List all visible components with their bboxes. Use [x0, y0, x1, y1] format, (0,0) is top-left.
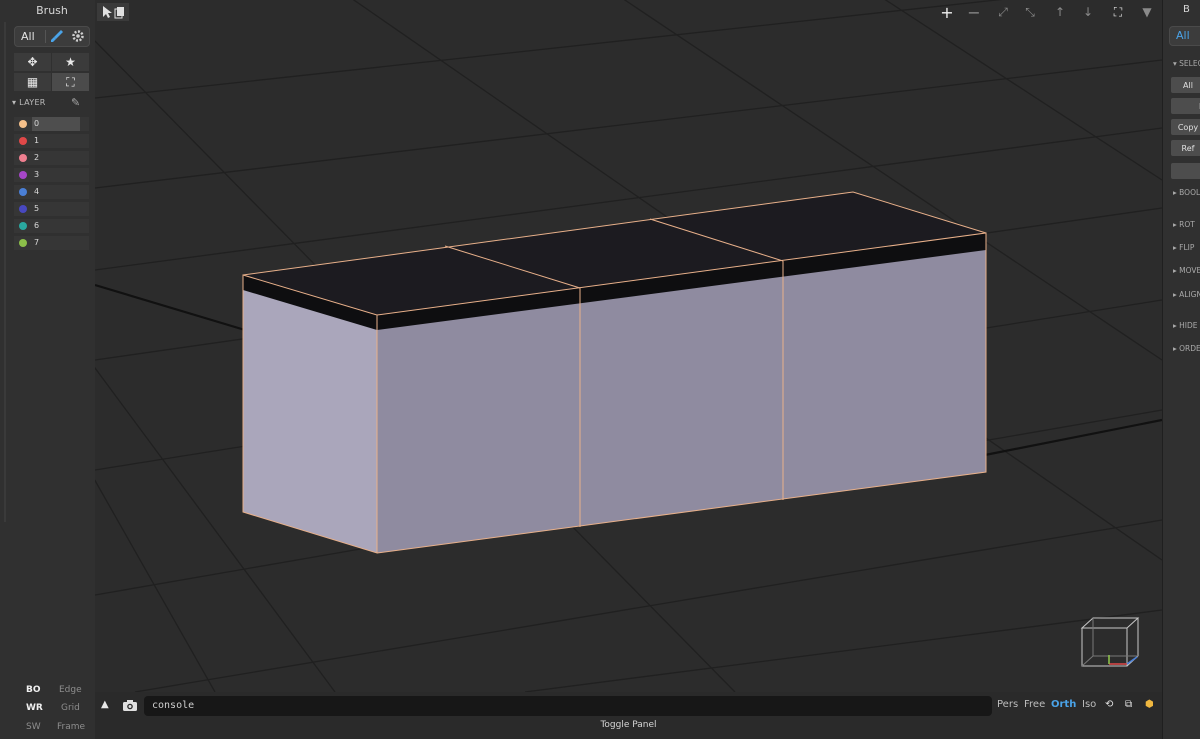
move-section[interactable]: ▸ MOVE — [1173, 266, 1200, 275]
layer-row[interactable]: 7 — [14, 236, 89, 250]
console-input[interactable]: console — [144, 696, 992, 716]
align-label: ALIGN — [1179, 290, 1200, 299]
ref-button[interactable]: Ref — [1171, 140, 1200, 156]
brush-filter-row: All — [14, 26, 90, 47]
layer-row[interactable]: 3 — [14, 168, 89, 182]
layer-row[interactable]: 4 — [14, 185, 89, 199]
panel-toggle-triangle-icon[interactable]: ▲ — [101, 699, 109, 710]
layer-header-label: LAYER — [19, 98, 46, 107]
cursor-icon — [103, 6, 112, 18]
layer-name: 2 — [34, 153, 40, 162]
layer-name: 3 — [34, 170, 40, 179]
bool-section[interactable]: ▸ BOOL — [1173, 188, 1200, 197]
view-orth[interactable]: Orth — [1051, 699, 1076, 710]
layer-name: 6 — [34, 221, 40, 230]
plus-icon[interactable]: + — [937, 3, 957, 22]
layer-color-dot — [19, 205, 27, 213]
paintbrush-icon[interactable] — [48, 28, 66, 44]
select-none-button[interactable]: N — [1171, 98, 1200, 114]
toggle-edge[interactable]: Edge — [59, 685, 82, 695]
box-icon[interactable]: ⬢ — [1145, 699, 1154, 710]
filter-all-button[interactable]: All — [21, 30, 35, 43]
toggle-frame[interactable]: Frame — [57, 722, 85, 732]
layer-row[interactable]: 0 — [14, 117, 89, 131]
select-header-label: SELECT — [1179, 59, 1200, 68]
pencil-icon[interactable]: ✎ — [71, 96, 80, 109]
left-panel-scrollbar[interactable] — [4, 22, 6, 522]
brush-panel-title: Brush — [36, 4, 68, 17]
right-panel: B All ▾ SELECT All N Copy Ref P ▸ BOOL ▸… — [1162, 0, 1200, 739]
right-panel-title: B — [1183, 4, 1190, 15]
align-section[interactable]: ▸ ALIGN — [1173, 290, 1200, 299]
display-toggles: BO Edge WR Grid SW Frame — [14, 682, 88, 737]
gear-icon[interactable] — [69, 28, 87, 44]
move-label: MOVE — [1179, 266, 1200, 275]
layer-color-dot — [19, 239, 27, 247]
toggle-grid[interactable]: Grid — [61, 703, 80, 713]
view-iso[interactable]: Iso — [1082, 699, 1096, 710]
bool-label: BOOL — [1179, 188, 1200, 197]
collapse-icon[interactable]: ⤡ — [1020, 3, 1040, 21]
layer-color-dot — [19, 137, 27, 145]
fullscreen-icon[interactable]: ⛶ — [1108, 3, 1128, 21]
layer-color-dot — [19, 154, 27, 162]
filter-divider — [45, 30, 46, 43]
viewport-toolbar: + − ⤢ ⤡ ↑ ↓ ⛶ ▼ — [95, 0, 1162, 24]
layer-section-header[interactable]: ▾ LAYER — [12, 98, 46, 107]
select-section-header[interactable]: ▾ SELECT — [1173, 59, 1200, 68]
left-panel — [0, 0, 96, 739]
view-pers[interactable]: Pers — [997, 699, 1018, 710]
arrow-up-icon[interactable]: ↑ — [1050, 3, 1070, 21]
rot-section[interactable]: ▸ ROT — [1173, 220, 1195, 229]
toggle-wr[interactable]: WR — [26, 703, 43, 713]
viewport-scene — [95, 0, 1162, 692]
order-label: ORDER — [1179, 344, 1200, 353]
select-tools[interactable] — [97, 3, 129, 21]
layer-row[interactable]: 6 — [14, 219, 89, 233]
flip-label: FLIP — [1179, 243, 1195, 252]
layer-name: 0 — [32, 117, 80, 131]
move-icon[interactable]: ✥ — [14, 53, 51, 71]
layer-row[interactable]: 5 — [14, 202, 89, 216]
reset-view-icon[interactable]: ⟲ — [1105, 699, 1113, 710]
camera-icon[interactable] — [121, 697, 139, 713]
layer-name: 4 — [34, 187, 40, 196]
navigation-cube[interactable] — [1080, 617, 1140, 667]
copy-icon — [117, 7, 124, 16]
dropdown-triangle-icon[interactable]: ▼ — [1137, 3, 1157, 21]
view-free[interactable]: Free — [1024, 699, 1045, 710]
selected-box-mesh[interactable] — [242, 191, 987, 554]
rot-label: ROT — [1179, 220, 1195, 229]
layer-color-dot — [19, 222, 27, 230]
select-all-button[interactable]: All — [1171, 77, 1200, 93]
fit-frame-icon[interactable]: ⛶ — [52, 73, 89, 91]
right-all-button[interactable]: All — [1176, 29, 1190, 42]
toggle-bo[interactable]: BO — [26, 685, 41, 695]
paste-button[interactable]: P — [1171, 163, 1200, 179]
toggle-panel-button[interactable]: Toggle Panel — [95, 720, 1162, 730]
snap-icon[interactable]: ⧉ — [1125, 699, 1132, 710]
layer-color-dot — [19, 171, 27, 179]
layer-color-dot — [19, 120, 27, 128]
hide-label: HIDE — [1179, 321, 1198, 330]
minus-icon[interactable]: − — [964, 3, 984, 22]
grid-icon[interactable]: ▦ — [14, 73, 51, 91]
3d-viewport[interactable] — [95, 0, 1162, 692]
hide-section[interactable]: ▸ HIDE — [1173, 321, 1198, 330]
layer-color-dot — [19, 188, 27, 196]
layer-row[interactable]: 1 — [14, 134, 89, 148]
layer-row[interactable]: 2 — [14, 151, 89, 165]
star-icon[interactable]: ★ — [52, 53, 89, 71]
layer-name: 7 — [34, 238, 40, 247]
flip-section[interactable]: ▸ FLIP — [1173, 243, 1194, 252]
toggle-sw[interactable]: SW — [26, 722, 41, 732]
arrow-down-icon[interactable]: ↓ — [1078, 3, 1098, 21]
layer-name: 5 — [34, 204, 40, 213]
copy-button[interactable]: Copy — [1171, 119, 1200, 135]
layer-name: 1 — [34, 136, 40, 145]
expand-icon[interactable]: ⤢ — [993, 3, 1013, 21]
order-section[interactable]: ▸ ORDER — [1173, 344, 1200, 353]
right-filter-row: All — [1169, 26, 1200, 46]
